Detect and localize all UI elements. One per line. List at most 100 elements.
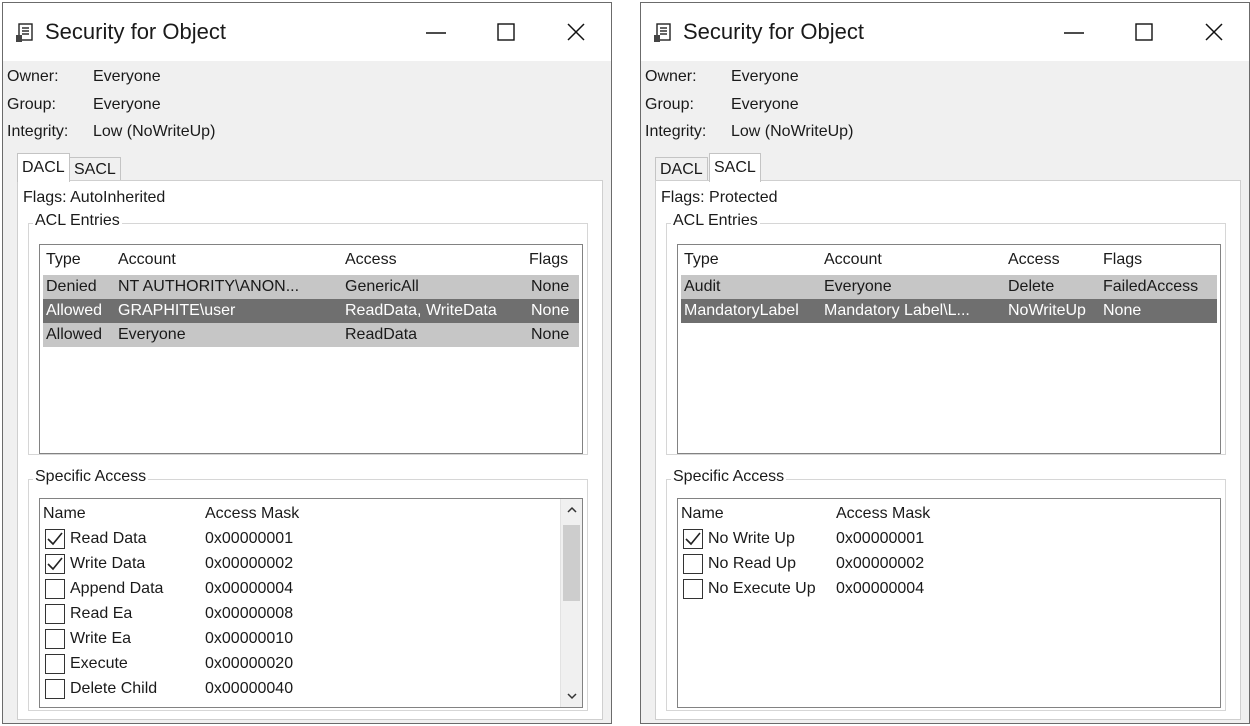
item-mask: 0x00000040	[205, 680, 294, 697]
checkbox[interactable]	[45, 604, 65, 624]
scrollbar-thumb[interactable]	[563, 525, 580, 601]
maximize-icon	[1135, 23, 1153, 41]
column-header-account[interactable]: Account	[118, 251, 176, 269]
checkbox[interactable]	[45, 679, 65, 699]
column-header-access[interactable]: Access	[345, 251, 397, 269]
checkbox[interactable]	[45, 629, 65, 649]
column-header-account[interactable]: Account	[824, 251, 882, 269]
group-value: Everyone	[93, 96, 161, 113]
checkbox[interactable]	[683, 554, 703, 574]
item-mask: 0x00000004	[205, 580, 294, 597]
column-header-name[interactable]: Name	[43, 505, 86, 523]
integrity-info: Integrity: Low (NoWriteUp)	[645, 123, 853, 141]
column-header-access[interactable]: Access	[1008, 251, 1060, 269]
item-name: No Execute Up	[708, 580, 816, 597]
table-row[interactable]: Denied NT AUTHORITY\ANON... GenericAll N…	[43, 275, 579, 299]
cell-access: ReadData, WriteData	[345, 302, 497, 319]
column-header-name[interactable]: Name	[681, 505, 724, 523]
column-header-access-mask[interactable]: Access Mask	[205, 505, 299, 523]
integrity-label: Integrity:	[7, 123, 69, 140]
cell-flags: None	[531, 326, 570, 343]
column-header-flags[interactable]: Flags	[529, 251, 568, 269]
minimize-button[interactable]	[401, 3, 471, 61]
group-label: Group:	[7, 96, 56, 113]
specific-access-list[interactable]: Name Access Mask No Write Up 0x00000001 …	[677, 498, 1221, 708]
owner-value: Everyone	[731, 68, 799, 85]
item-name: Write Data	[70, 555, 146, 572]
cell-account: GRAPHITE\user	[118, 302, 236, 319]
checkbox[interactable]	[683, 579, 703, 599]
tab-sacl[interactable]: SACL	[69, 157, 121, 181]
cell-account: Mandatory Label\L...	[824, 302, 970, 319]
column-header-type[interactable]: Type	[684, 251, 719, 269]
document-icon	[654, 23, 671, 42]
item-mask: 0x00000020	[205, 655, 294, 672]
cell-type: Allowed	[46, 302, 103, 319]
scroll-up-button[interactable]	[561, 499, 582, 521]
integrity-label: Integrity:	[645, 123, 707, 140]
table-row[interactable]: Allowed GRAPHITE\user ReadData, WriteDat…	[43, 299, 579, 323]
maximize-button[interactable]	[471, 3, 541, 61]
table-row[interactable]: Audit Everyone Delete FailedAccess	[681, 275, 1217, 299]
maximize-button[interactable]	[1109, 3, 1179, 61]
checkbox[interactable]	[45, 579, 65, 599]
dacl-panel: Flags: AutoInherited ACL Entries Type Ac…	[17, 180, 603, 720]
checkbox[interactable]	[683, 529, 703, 549]
flags-text: Flags: Protected	[661, 189, 778, 206]
checkbox[interactable]	[45, 529, 65, 549]
item-mask: 0x00000008	[205, 605, 294, 622]
close-button[interactable]	[1179, 3, 1249, 61]
integrity-value: Low (NoWriteUp)	[93, 123, 216, 140]
cell-type: Allowed	[46, 326, 103, 343]
title-bar[interactable]: Security for Object	[641, 3, 1249, 61]
acl-entries-group: ACL Entries Type Account Access Flags Au…	[666, 212, 1226, 455]
acl-entries-list[interactable]: Type Account Access Flags Audit Everyone…	[677, 244, 1221, 454]
column-header-flags[interactable]: Flags	[1103, 251, 1142, 269]
cell-flags: None	[1103, 302, 1142, 319]
cell-type: Audit	[684, 278, 721, 295]
acl-entries-legend: ACL Entries	[33, 212, 122, 230]
item-name: Append Data	[70, 580, 164, 597]
integrity-info: Integrity: Low (NoWriteUp)	[7, 123, 215, 141]
item-mask: 0x00000010	[205, 630, 294, 647]
tab-dacl[interactable]: DACL	[655, 157, 708, 181]
minimize-button[interactable]	[1039, 3, 1109, 61]
minimize-icon	[1064, 32, 1084, 34]
specific-access-list[interactable]: Name Access Mask Read Data 0x00000001 Wr…	[39, 498, 583, 708]
close-button[interactable]	[541, 3, 611, 61]
item-mask: 0x00000004	[836, 580, 925, 597]
column-header-access-mask[interactable]: Access Mask	[836, 505, 930, 523]
chevron-up-icon	[567, 506, 577, 513]
cell-access: NoWriteUp	[1008, 302, 1086, 319]
specific-access-legend: Specific Access	[671, 468, 787, 486]
table-row[interactable]: MandatoryLabel Mandatory Label\L... NoWr…	[681, 299, 1217, 323]
specific-list-header: Name Access Mask	[40, 501, 582, 527]
cell-type: MandatoryLabel	[684, 302, 799, 319]
checkbox[interactable]	[45, 654, 65, 674]
tab-sacl[interactable]: SACL	[709, 153, 761, 182]
item-name: Read Data	[70, 530, 147, 547]
security-dialog-dacl: Security for Object Owner: Everyone Group…	[2, 2, 612, 724]
table-row[interactable]: Allowed Everyone ReadData None	[43, 323, 579, 347]
group-info: Group: Everyone	[7, 96, 161, 114]
title-bar[interactable]: Security for Object	[3, 3, 611, 61]
column-header-type[interactable]: Type	[46, 251, 81, 269]
acl-entries-list[interactable]: Type Account Access Flags Denied NT AUTH…	[39, 244, 583, 454]
check-icon	[47, 532, 63, 546]
owner-info: Owner: Everyone	[7, 68, 161, 86]
scroll-down-button[interactable]	[561, 685, 582, 707]
close-icon	[1205, 23, 1223, 41]
acl-list-header: Type Account Access Flags	[40, 247, 582, 273]
tab-dacl[interactable]: DACL	[17, 153, 70, 182]
cell-type: Denied	[46, 278, 97, 295]
item-name: Read Ea	[70, 605, 133, 622]
item-mask: 0x00000002	[205, 555, 294, 572]
cell-access: ReadData	[345, 326, 418, 343]
item-name: Execute	[70, 655, 128, 672]
vertical-scrollbar[interactable]	[560, 499, 582, 707]
security-dialog-sacl: Security for Object Owner: Everyone Group…	[640, 2, 1250, 724]
check-icon	[47, 557, 63, 571]
checkbox[interactable]	[45, 554, 65, 574]
item-name: No Read Up	[708, 555, 797, 572]
item-mask: 0x00000001	[836, 530, 925, 547]
